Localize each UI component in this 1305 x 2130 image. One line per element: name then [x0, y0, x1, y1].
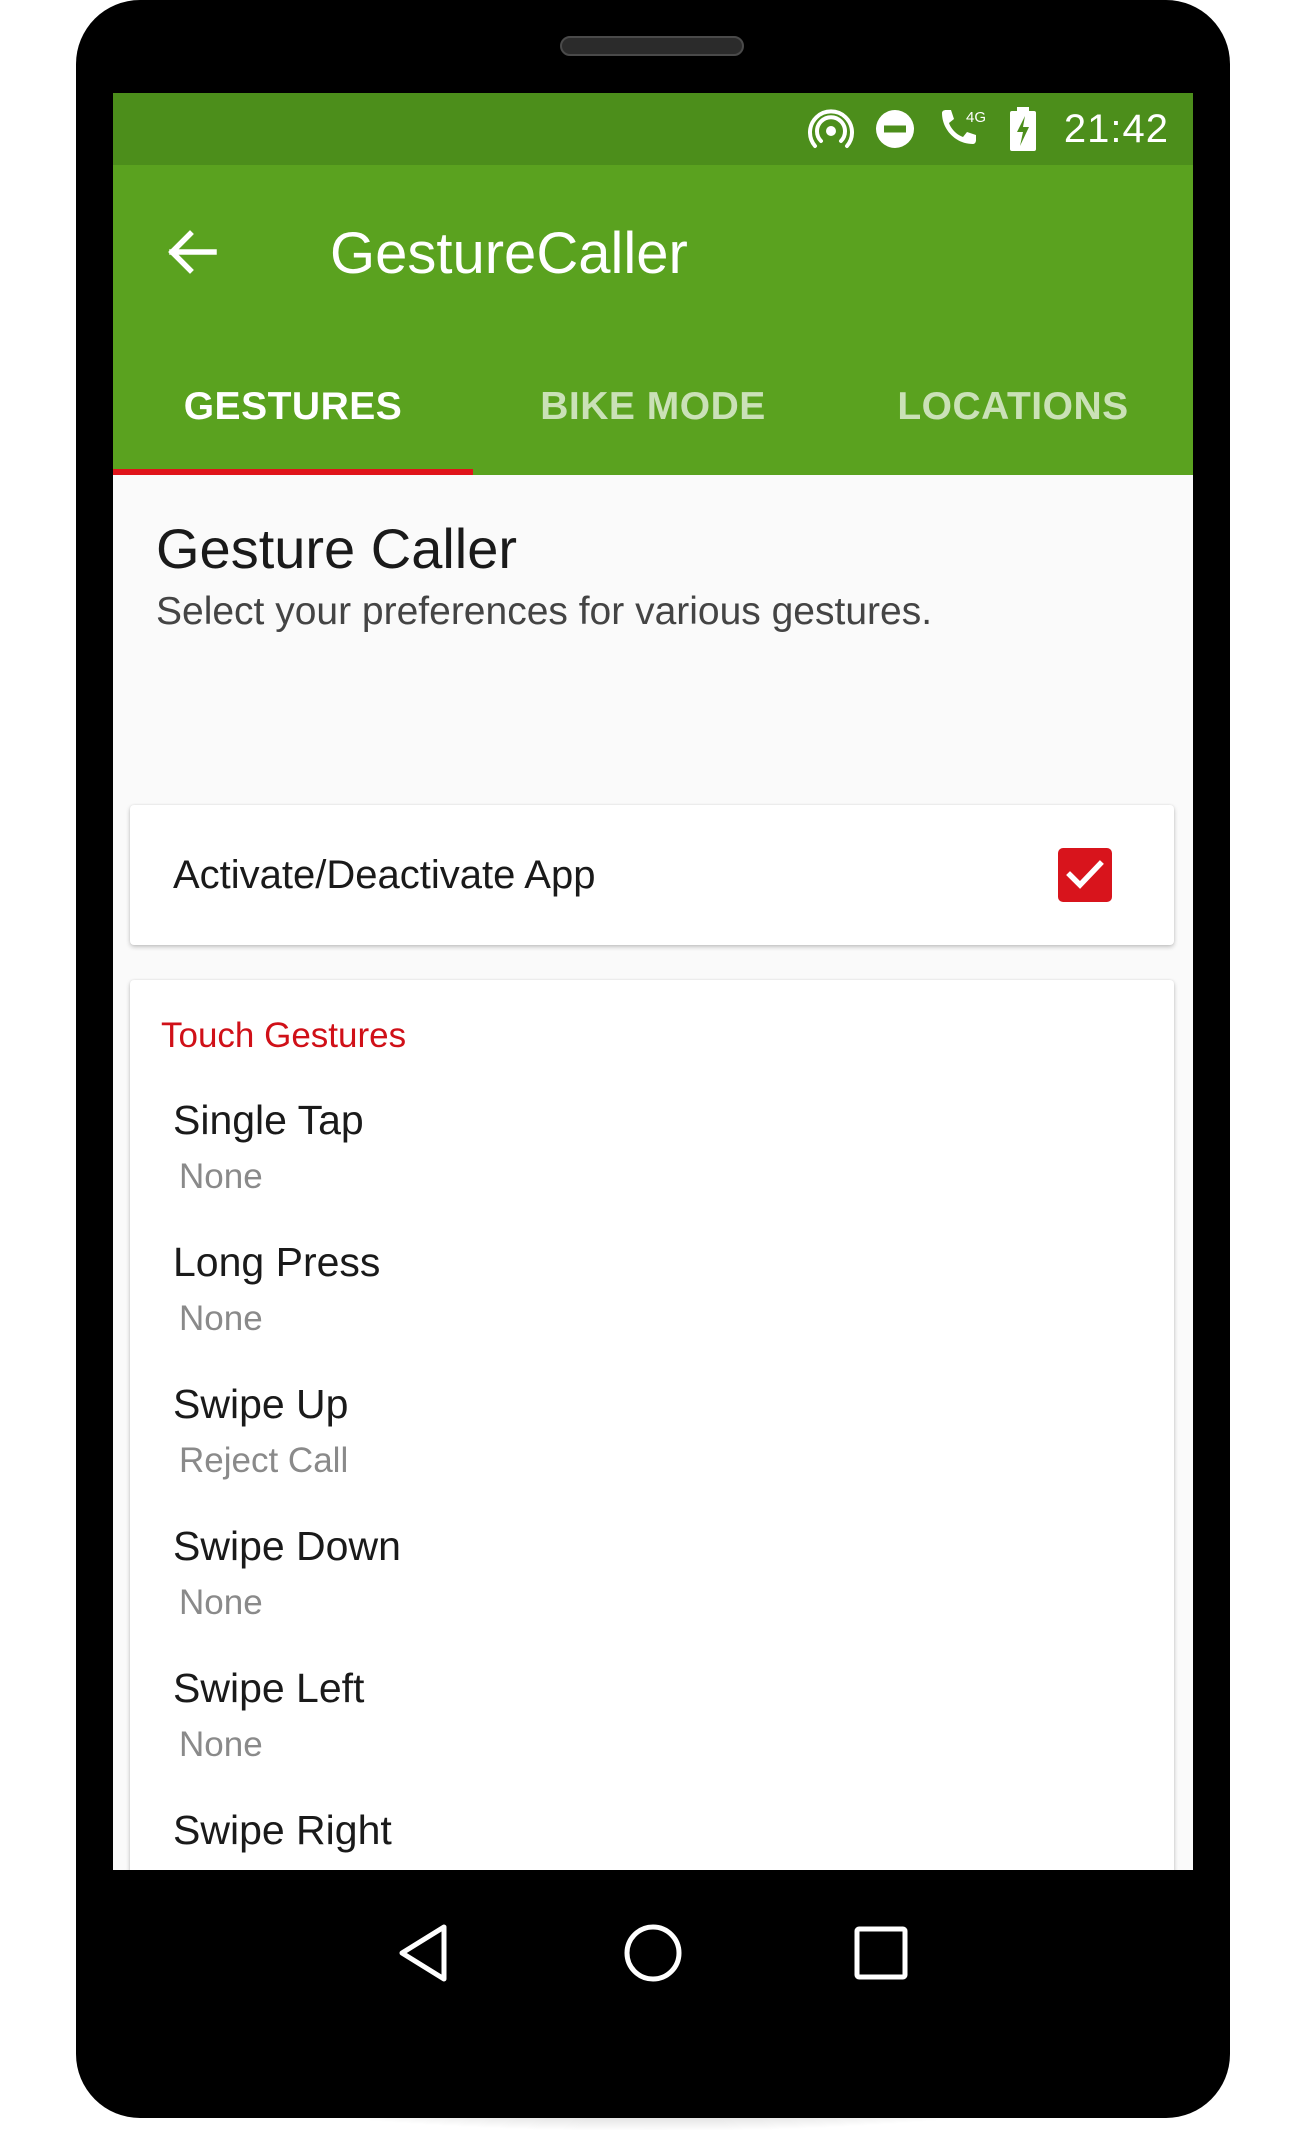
status-icons: 4G 21:42 — [788, 93, 1169, 165]
pref-item-single-tap[interactable]: Single Tap None — [173, 1096, 1133, 1238]
status-bar: 4G 21:42 — [113, 93, 1193, 165]
pref-item-swipe-up[interactable]: Swipe Up Reject Call — [173, 1380, 1133, 1522]
pref-item-swipe-down[interactable]: Swipe Down None — [173, 1522, 1133, 1664]
pref-item-long-press[interactable]: Long Press None — [173, 1238, 1133, 1380]
network-type-label: 4G — [966, 109, 986, 126]
tab-bar: GESTURES BIKE MODE LOCATIONS — [113, 345, 1193, 475]
status-time: 21:42 — [1063, 106, 1169, 151]
touch-gestures-card: Touch Gestures Single Tap None Long Pres… — [130, 980, 1174, 1870]
activate-checkbox[interactable] — [1058, 848, 1112, 902]
pref-title: Swipe Right — [173, 1807, 392, 1853]
page-title: Gesture Caller — [156, 517, 518, 580]
pref-summary: None — [179, 1299, 263, 1339]
recents-square-icon — [854, 1926, 908, 1980]
pref-item-swipe-left[interactable]: Swipe Left None — [173, 1664, 1133, 1806]
gesture-preference-list: Single Tap None Long Press None Swipe Up… — [173, 1096, 1133, 1870]
preferences-content[interactable]: Gesture Caller Select your preferences f… — [113, 475, 1193, 1870]
pref-title: Long Press — [173, 1239, 381, 1285]
tab-bike-mode[interactable]: BIKE MODE — [473, 345, 833, 475]
page-header: Gesture Caller Select your preferences f… — [156, 515, 932, 634]
pref-summary: None — [179, 1157, 263, 1197]
hotspot-icon — [807, 109, 854, 149]
pref-summary: None — [179, 1583, 263, 1623]
pref-item-swipe-right[interactable]: Swipe Right — [173, 1806, 1133, 1870]
back-triangle-icon — [399, 1924, 447, 1982]
category-title: Touch Gestures — [161, 1016, 407, 1055]
app-title: GestureCaller — [330, 221, 688, 286]
speaker-grille — [560, 36, 744, 56]
nav-home-button[interactable] — [608, 1908, 698, 1998]
checkmark-icon — [1066, 860, 1104, 889]
pref-title: Swipe Left — [173, 1665, 365, 1711]
activate-label: Activate/Deactivate App — [173, 852, 596, 897]
tab-locations[interactable]: LOCATIONS — [833, 345, 1193, 475]
do-not-disturb-icon — [874, 108, 916, 150]
navigation-bar — [76, 1870, 1230, 2050]
pref-summary: Reject Call — [179, 1441, 349, 1481]
tab-gestures[interactable]: GESTURES — [113, 345, 473, 475]
page-subtitle: Select your preferences for various gest… — [156, 590, 933, 634]
back-button[interactable] — [157, 217, 227, 287]
pref-summary: None — [179, 1725, 263, 1765]
activate-card[interactable]: Activate/Deactivate App — [130, 805, 1174, 945]
nav-back-button[interactable] — [381, 1908, 471, 1998]
app-bar: GestureCaller GESTURES BIKE MODE LOCATIO… — [113, 165, 1193, 475]
pref-title: Single Tap — [173, 1097, 364, 1143]
pref-title: Swipe Down — [173, 1523, 401, 1569]
pref-title: Swipe Up — [173, 1381, 349, 1427]
screen: 4G 21:42 GestureCaller GESTURES BIKE MOD… — [113, 93, 1193, 1870]
phone-frame: 4G 21:42 GestureCaller GESTURES BIKE MOD… — [76, 0, 1230, 2118]
home-circle-icon — [624, 1924, 682, 1982]
nav-recents-button[interactable] — [836, 1908, 926, 1998]
wifi-calling-icon: 4G — [936, 107, 988, 151]
arrow-back-icon — [168, 230, 217, 274]
battery-charging-icon — [1008, 106, 1038, 152]
